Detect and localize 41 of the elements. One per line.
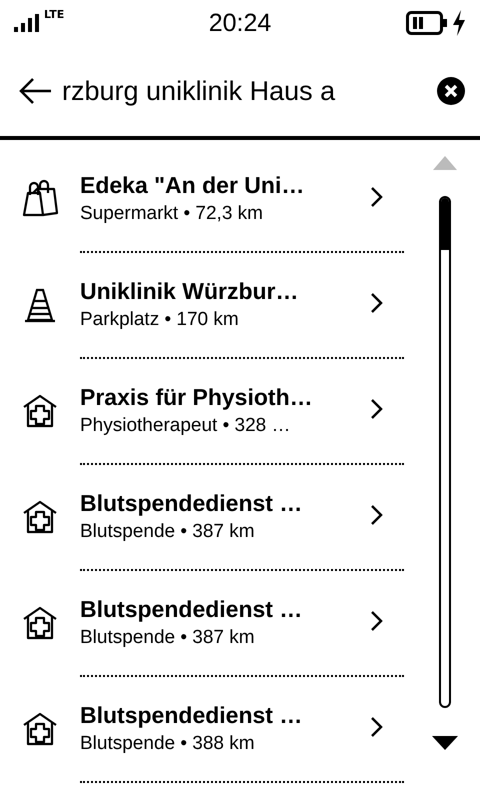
hospital-icon bbox=[22, 605, 58, 641]
result-title: Uniklinik Würzbur… bbox=[80, 278, 298, 304]
result-item[interactable]: Edeka "An der Uni… Supermarkt • 72,3 km bbox=[0, 146, 410, 252]
chevron-icon bbox=[370, 716, 384, 738]
shopping-bag-icon bbox=[20, 179, 60, 219]
back-button[interactable] bbox=[18, 77, 52, 105]
hospital-icon bbox=[22, 393, 58, 429]
scroll-down-icon[interactable] bbox=[432, 736, 458, 750]
lightning-icon bbox=[452, 10, 466, 36]
result-subtitle: Blutspende • 387 km bbox=[80, 520, 255, 542]
traffic-cone-icon bbox=[24, 287, 56, 323]
scroll-thumb[interactable] bbox=[441, 198, 449, 250]
result-subtitle: Supermarkt • 72,3 km bbox=[80, 202, 263, 224]
result-item[interactable]: Blutspendedienst … Blutspende • 387 km bbox=[0, 570, 410, 676]
hospital-icon bbox=[22, 711, 58, 747]
scrollbar[interactable] bbox=[439, 196, 451, 708]
chevron-icon bbox=[370, 610, 384, 632]
result-subtitle: Parkplatz • 170 km bbox=[80, 308, 239, 330]
signal-icon bbox=[14, 14, 40, 32]
result-title: Blutspendedienst … bbox=[80, 596, 302, 622]
result-title: Edeka "An der Uni… bbox=[80, 172, 304, 198]
result-item[interactable]: Uniklinik Würzbur… Parkplatz • 170 km bbox=[0, 252, 410, 358]
result-title: Blutspendedienst … bbox=[80, 702, 302, 728]
network-label: LTE bbox=[44, 8, 64, 21]
result-item[interactable]: Blutspendedienst … Blutspende • 387 km bbox=[0, 464, 410, 570]
chevron-icon bbox=[370, 292, 384, 314]
chevron-icon bbox=[370, 398, 384, 420]
result-title: Praxis für Physioth… bbox=[80, 384, 313, 410]
search-field[interactable]: rzburg uniklinik Haus a bbox=[62, 76, 426, 106]
chevron-icon bbox=[370, 504, 384, 526]
clear-button[interactable] bbox=[436, 76, 466, 106]
clock: 20:24 bbox=[208, 8, 272, 38]
result-item[interactable]: Blutspendedienst … Blutspende • 388 km bbox=[0, 676, 410, 782]
result-subtitle: Blutspende • 387 km bbox=[80, 626, 255, 648]
result-title: Blutspendedienst … bbox=[80, 490, 302, 516]
result-subtitle: Physiotherapeut • 328 … bbox=[80, 414, 291, 436]
chevron-icon bbox=[370, 186, 384, 208]
battery-icon bbox=[406, 11, 448, 35]
hospital-icon bbox=[22, 499, 58, 535]
result-subtitle: Blutspende • 388 km bbox=[80, 732, 255, 754]
result-item[interactable]: Praxis für Physioth… Physiotherapeut • 328 … bbox=[0, 358, 410, 464]
